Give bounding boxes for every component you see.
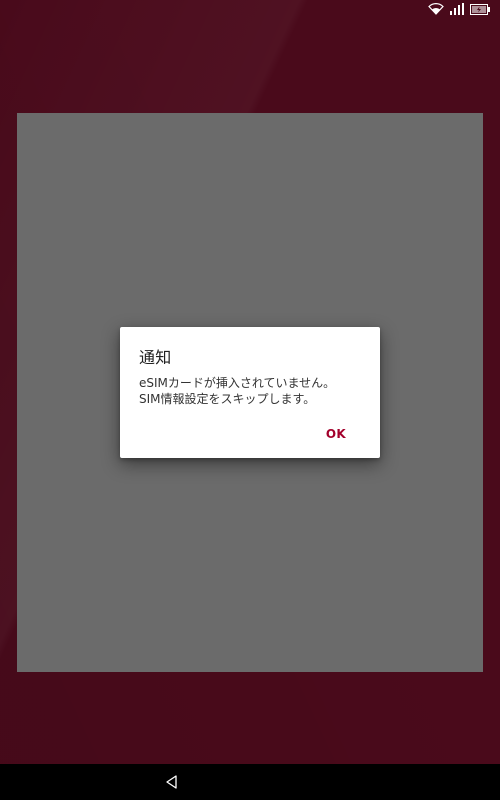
navigation-bar: [0, 764, 500, 800]
ok-button[interactable]: OK: [326, 427, 346, 441]
wifi-icon: [428, 3, 444, 15]
dialog-message-line-2: SIM情報設定をスキップします。: [139, 392, 316, 406]
status-bar: [0, 0, 500, 22]
battery-icon: [470, 3, 490, 15]
dialog-message-line-1: eSIMカードが挿入されていません。: [139, 376, 336, 390]
dialog-title: 通知: [139, 348, 172, 367]
signal-icon: [450, 3, 464, 15]
status-icons: [428, 3, 490, 15]
notification-dialog: 通知 eSIMカードが挿入されていません。 SIM情報設定をスキップします。 O…: [120, 327, 380, 458]
back-icon[interactable]: [164, 774, 180, 790]
dialog-message: eSIMカードが挿入されていません。 SIM情報設定をスキップします。: [139, 375, 369, 407]
